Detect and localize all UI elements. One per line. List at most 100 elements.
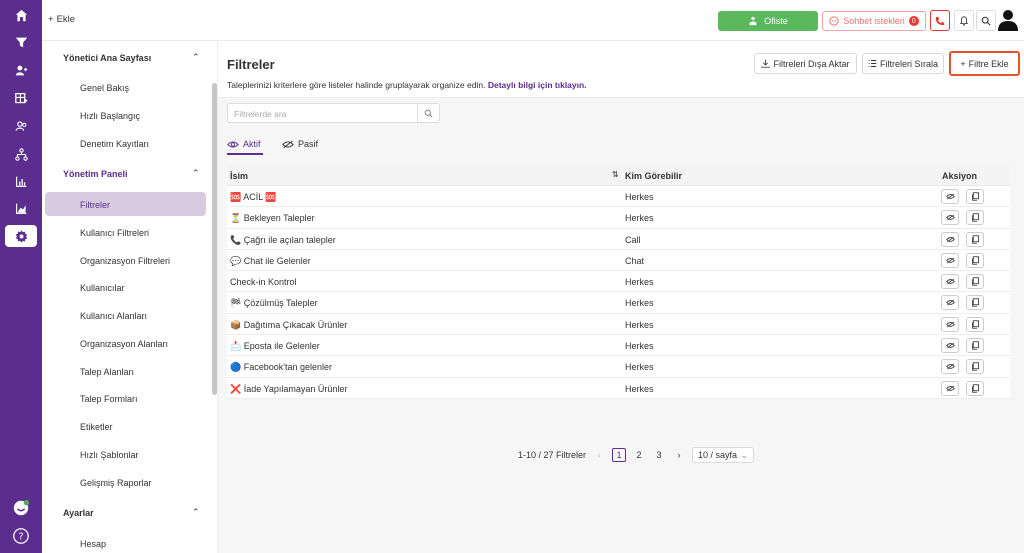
sidebar-item-organizasyon-alanlari[interactable]: Organizasyon Alanları <box>80 339 168 349</box>
details-link[interactable]: Detaylı bilgi için tıklayın. <box>488 80 587 90</box>
page-1-button[interactable]: 1 <box>612 448 627 462</box>
notifications-button[interactable] <box>954 10 974 31</box>
sidebar-item-gelismis-raporlar[interactable]: Gelişmiş Raporlar <box>80 478 152 488</box>
prev-page-button[interactable]: ‹ <box>592 448 606 462</box>
users-icon[interactable] <box>9 59 33 81</box>
tab-aktif[interactable]: Aktif <box>227 139 261 149</box>
copy-icon <box>971 192 979 201</box>
table-row[interactable]: 💬 Chat ile Gelenler Chat <box>227 250 1010 272</box>
row-name[interactable]: 📞 Çağrı ile açılan talepler <box>230 235 336 246</box>
deactivate-button[interactable] <box>941 316 959 332</box>
copy-button[interactable] <box>966 252 984 268</box>
table-row[interactable]: 📞 Çağrı ile açılan talepler Call <box>227 229 1010 250</box>
home-icon[interactable] <box>9 4 33 26</box>
deactivate-button[interactable] <box>941 295 959 311</box>
deactivate-button[interactable] <box>941 210 959 226</box>
page-size-select[interactable]: 10 / sayfa ⌄ <box>692 447 755 463</box>
table-row[interactable]: 📩 Eposta ile Gelenler Herkes <box>227 335 1010 357</box>
sidebar-scrollbar[interactable] <box>212 83 217 395</box>
table-row[interactable]: ⏳ Bekleyen Talepler Herkes <box>227 207 1010 229</box>
chevron-up-icon[interactable]: ⌃ <box>192 168 200 179</box>
row-name[interactable]: 🆘 ACİL 🆘 <box>230 192 277 203</box>
column-header-isim[interactable]: İsim <box>230 171 248 181</box>
section-yonetim-paneli[interactable]: Yönetim Paneli <box>63 169 128 179</box>
sidebar-item-filtreler[interactable]: Filtreler <box>80 200 110 210</box>
sidebar-item-hizli-baslangic[interactable]: Hızlı Başlangıç <box>80 111 140 121</box>
table-row[interactable]: 🆘 ACİL 🆘 Herkes <box>227 186 1010 208</box>
chart-icon[interactable] <box>9 170 33 192</box>
table-row[interactable]: 🔵 Facebook'tan gelenler Herkes <box>227 356 1010 378</box>
table-row[interactable]: 📦 Dağıtıma Çıkacak Ürünler Herkes <box>227 314 1010 336</box>
deactivate-button[interactable] <box>941 380 959 396</box>
row-name[interactable]: 🔵 Facebook'tan gelenler <box>230 362 332 373</box>
sidebar-item-hesap[interactable]: Hesap <box>80 539 106 549</box>
filter-icon[interactable] <box>9 31 33 53</box>
table-row[interactable]: 🏁 Çözülmüş Talepler Herkes <box>227 292 1010 314</box>
search-button[interactable] <box>976 10 996 31</box>
row-name[interactable]: Check-in Kontrol <box>230 277 297 287</box>
deactivate-button[interactable] <box>941 231 959 247</box>
deactivate-button[interactable] <box>941 338 959 354</box>
copy-button[interactable] <box>966 380 984 396</box>
table-icon[interactable] <box>9 87 33 109</box>
sidebar-item-kullanici-filtreleri[interactable]: Kullanıcı Filtreleri <box>80 228 149 238</box>
page-2-button[interactable]: 2 <box>632 448 646 462</box>
copy-icon <box>971 277 979 286</box>
row-name[interactable]: 🏁 Çözülmüş Talepler <box>230 298 318 309</box>
page-3-button[interactable]: 3 <box>652 448 666 462</box>
sidebar-item-talep-alanlari[interactable]: Talep Alanları <box>80 367 134 377</box>
page-title: Filtreler <box>227 57 275 72</box>
row-name[interactable]: 📩 Eposta ile Gelenler <box>230 341 320 352</box>
sidebar-item-talep-formlari[interactable]: Talep Formları <box>80 394 138 404</box>
section-yonetici-ana-sayfasi[interactable]: Yönetici Ana Sayfası <box>63 53 151 63</box>
section-ayarlar[interactable]: Ayarlar <box>63 508 94 518</box>
copy-button[interactable] <box>966 316 984 332</box>
deactivate-button[interactable] <box>941 252 959 268</box>
add-button[interactable]: + Ekle <box>48 14 75 25</box>
copy-button[interactable] <box>966 295 984 311</box>
sort-filters-button[interactable]: Filtreleri Sırala <box>862 53 944 74</box>
deactivate-button[interactable] <box>941 189 959 204</box>
chat-requests-button[interactable]: Sohbet istekleri 0 <box>822 11 926 31</box>
chevron-up-icon[interactable]: ⌃ <box>192 52 200 63</box>
sidebar-item-genel-bakis[interactable]: Genel Bakış <box>80 83 129 93</box>
tab-pasif[interactable]: Pasif <box>282 139 318 149</box>
copy-button[interactable] <box>966 231 984 247</box>
copy-button[interactable] <box>966 189 984 204</box>
sidebar-item-kullanici-alanlari[interactable]: Kullanıcı Alanları <box>80 311 147 321</box>
copy-button[interactable] <box>966 338 984 354</box>
chevron-up-icon[interactable]: ⌃ <box>192 507 200 518</box>
sort-icon[interactable]: ⇅ <box>612 170 619 179</box>
sidebar-item-etiketler[interactable]: Etiketler <box>80 422 113 432</box>
table-row[interactable]: ❌ İade Yapılamayan Ürünler Herkes <box>227 378 1010 399</box>
filter-search-input[interactable]: Filtrelerde ara <box>227 103 440 123</box>
table-row[interactable]: Check-in Kontrol Herkes <box>227 271 1010 293</box>
deactivate-button[interactable] <box>941 359 959 375</box>
chat-bubble-icon[interactable] <box>11 498 31 518</box>
hierarchy-icon[interactable] <box>9 143 33 165</box>
bar-chart-icon[interactable] <box>9 197 33 219</box>
contacts-icon[interactable] <box>9 115 33 137</box>
row-name[interactable]: 📦 Dağıtıma Çıkacak Ürünler <box>230 320 347 331</box>
sidebar-item-hizli-sablonlar[interactable]: Hızlı Şablonlar <box>80 450 139 460</box>
row-name[interactable]: 💬 Chat ile Gelenler <box>230 256 311 267</box>
next-page-button[interactable]: › <box>672 448 686 462</box>
help-icon[interactable]: ? <box>11 526 31 546</box>
row-visibility: Call <box>625 234 641 245</box>
add-filter-button[interactable]: + Filtre Ekle <box>949 51 1020 76</box>
deactivate-button[interactable] <box>941 274 959 290</box>
settings-icon[interactable] <box>5 225 37 247</box>
sidebar-item-organizasyon-filtreleri[interactable]: Organizasyon Filtreleri <box>80 256 170 266</box>
sidebar-item-denetim-kayitlari[interactable]: Denetim Kayıtları <box>80 139 149 149</box>
row-name[interactable]: ⏳ Bekleyen Talepler <box>230 213 315 224</box>
copy-button[interactable] <box>966 274 984 290</box>
copy-button[interactable] <box>966 359 984 375</box>
copy-button[interactable] <box>966 210 984 226</box>
user-avatar-icon[interactable] <box>997 8 1019 32</box>
status-ofiste-button[interactable]: Ofiste <box>718 11 818 31</box>
search-button[interactable] <box>417 104 439 122</box>
export-filters-button[interactable]: Filtreleri Dışa Aktar <box>754 53 857 74</box>
row-name[interactable]: ❌ İade Yapılamayan Ürünler <box>230 384 347 395</box>
phone-button[interactable] <box>930 10 950 31</box>
sidebar-item-kullanicilar[interactable]: Kullanıcılar <box>80 283 125 293</box>
